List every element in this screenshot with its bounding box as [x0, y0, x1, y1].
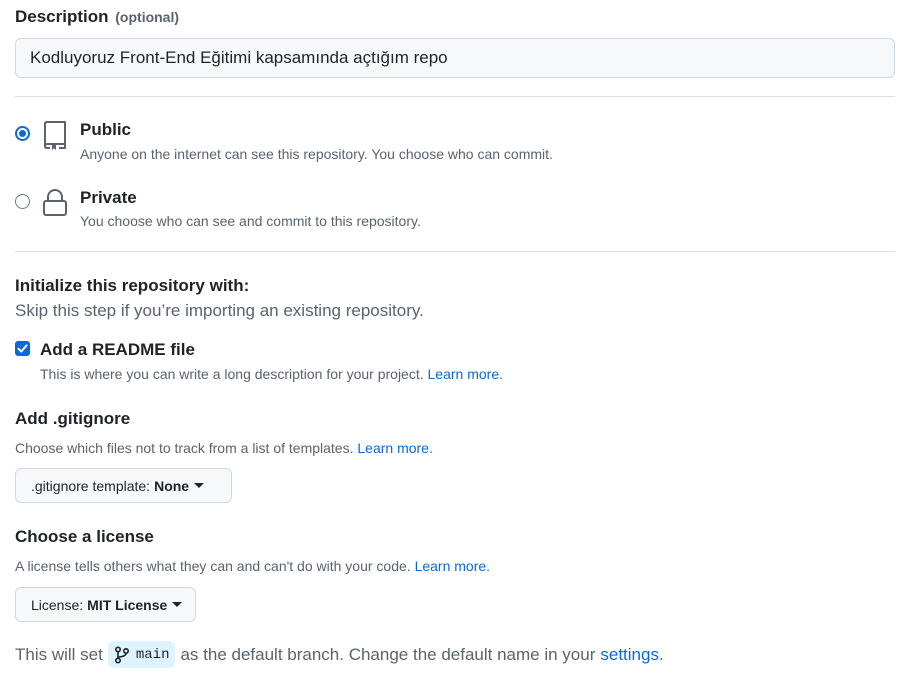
license-learn-more-link[interactable]: Learn more. [415, 558, 490, 574]
description-label: Description (optional) [15, 7, 179, 27]
private-radio[interactable] [15, 194, 30, 209]
gitignore-button-prefix: .gitignore template: [31, 477, 151, 494]
private-title[interactable]: Private [80, 188, 137, 208]
public-title[interactable]: Public [80, 120, 131, 140]
license-title: Choose a license [15, 527, 154, 546]
readme-checkbox[interactable] [15, 341, 30, 356]
settings-link[interactable]: settings [600, 645, 659, 665]
public-radio[interactable] [15, 126, 30, 141]
gitignore-template-button[interactable]: .gitignore template: None [15, 468, 232, 503]
gitignore-title: Add .gitignore [15, 409, 131, 428]
description-label-text: Description [15, 7, 109, 26]
branch-text-before: This will set [15, 644, 103, 664]
divider-top [15, 96, 895, 97]
check-icon [17, 344, 28, 353]
readme-learn-more-link[interactable]: Learn more. [428, 366, 503, 382]
license-button-value: MIT License [87, 596, 168, 613]
optional-hint: (optional) [115, 9, 180, 25]
repo-icon [42, 120, 68, 155]
license-note: A license tells others what they can and… [15, 558, 490, 574]
description-input[interactable] [15, 38, 895, 78]
gitignore-button-value: None [154, 477, 190, 494]
branch-name-chip: main [107, 641, 176, 668]
gitignore-learn-more-link[interactable]: Learn more. [357, 440, 432, 456]
branch-name: main [135, 646, 170, 663]
initialize-subtitle: Skip this step if you’re importing an ex… [15, 301, 424, 320]
caret-down-icon [172, 602, 183, 607]
initialize-title: Initialize this repository with: [15, 276, 250, 295]
readme-label[interactable]: Add a README file [40, 340, 195, 360]
private-subtitle: You choose who can see and commit to thi… [80, 213, 421, 229]
git-branch-icon [114, 645, 129, 664]
caret-down-icon [194, 483, 205, 488]
readme-note: This is where you can write a long descr… [40, 366, 503, 382]
divider-middle [15, 251, 895, 252]
readme-note-text: This is where you can write a long descr… [40, 366, 424, 382]
lock-icon [42, 188, 68, 223]
branch-text-after: as the default branch. Change the defaul… [180, 644, 596, 664]
license-button-prefix: License: [31, 596, 84, 613]
gitignore-note-text: Choose which files not to track from a l… [15, 440, 354, 456]
default-branch-note: This will set main as the default branch… [15, 641, 664, 668]
license-button[interactable]: License: MIT License [15, 587, 196, 622]
license-note-text: A license tells others what they can and… [15, 558, 411, 574]
branch-period: . [658, 644, 664, 664]
public-subtitle: Anyone on the internet can see this repo… [80, 146, 553, 162]
gitignore-note: Choose which files not to track from a l… [15, 440, 433, 456]
